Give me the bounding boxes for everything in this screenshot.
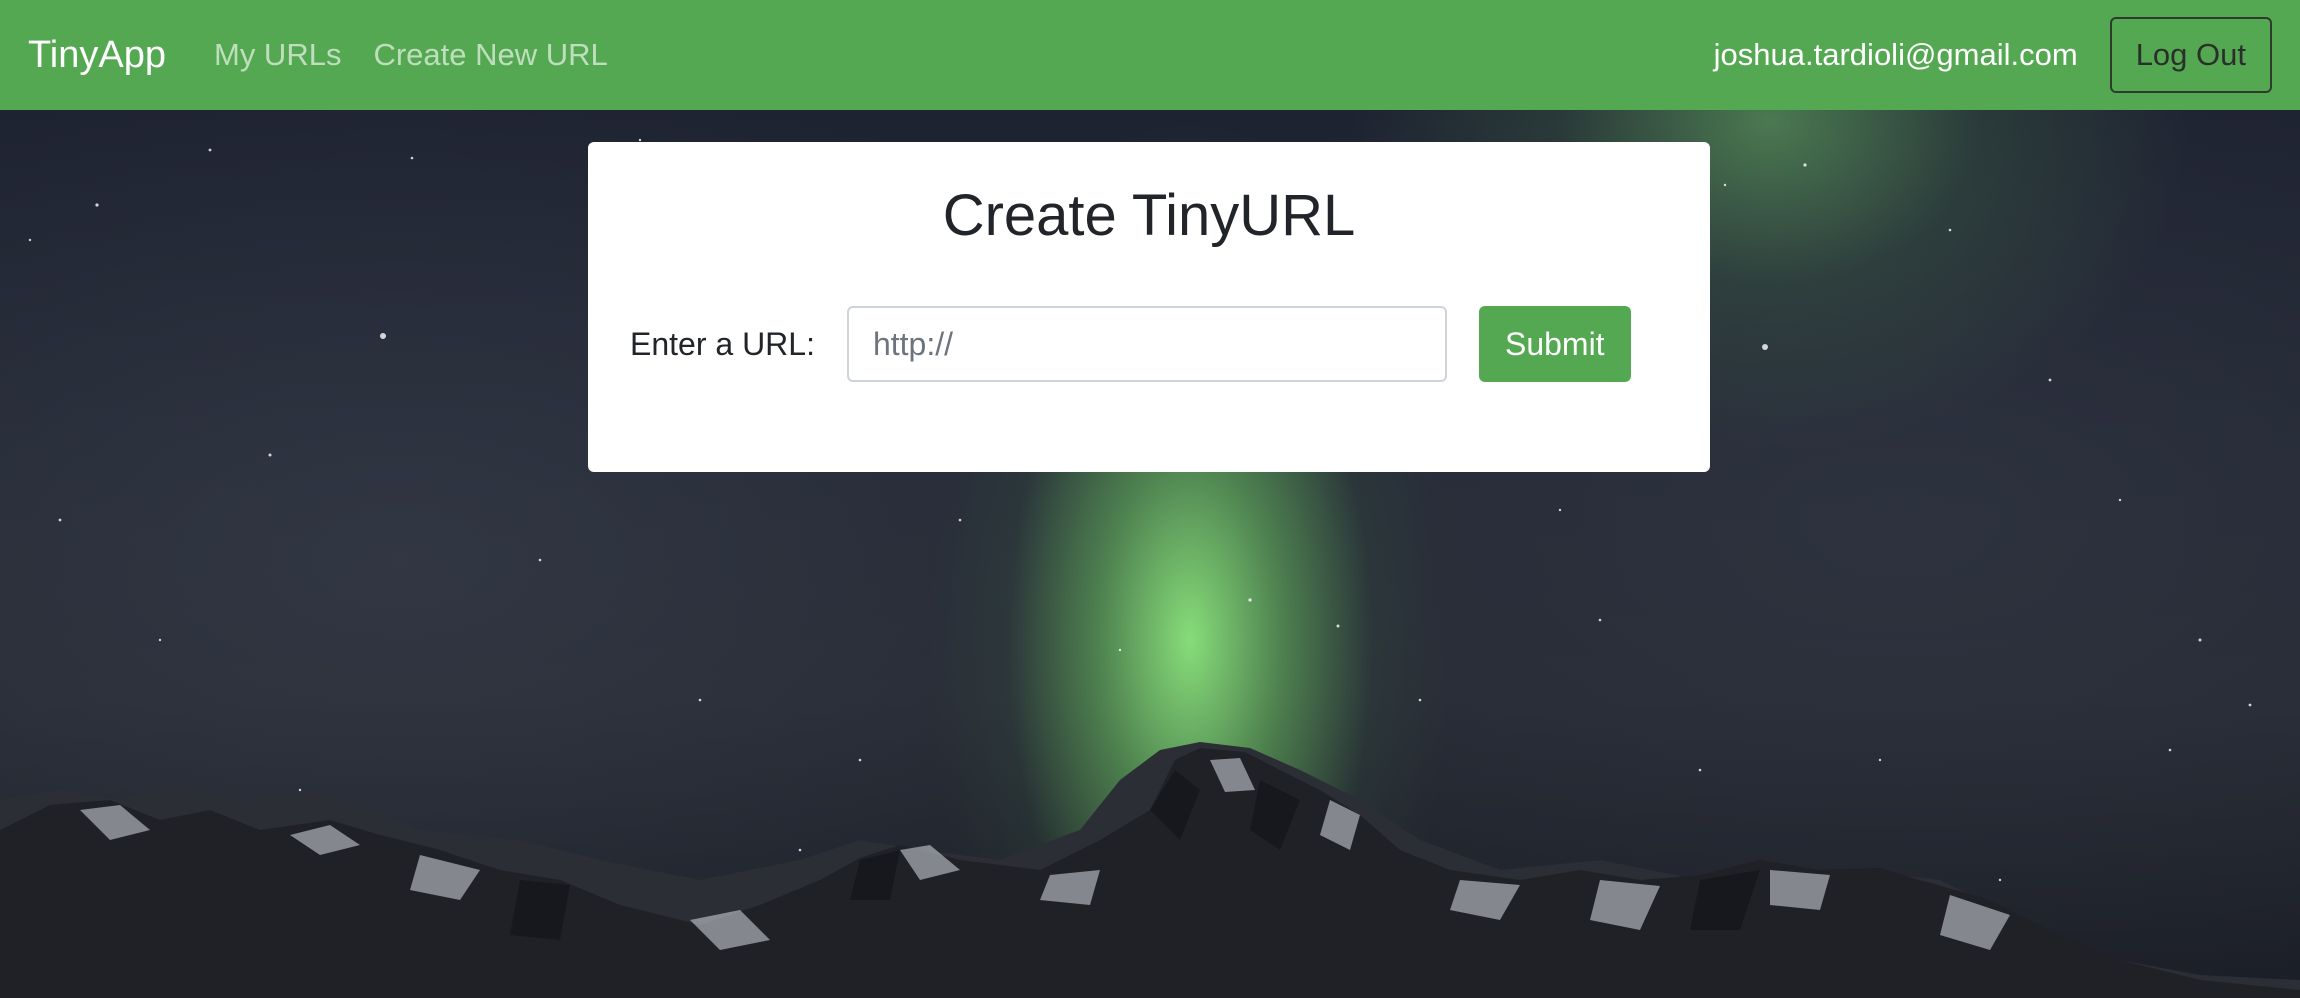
logout-button[interactable]: Log Out (2109, 17, 2272, 93)
user-email: joshua.tardioli@gmail.com (1713, 37, 2078, 72)
navbar-user-area: joshua.tardioli@gmail.com Log Out (1714, 17, 2272, 93)
create-url-form: Enter a URL: Submit (630, 306, 1631, 382)
submit-button[interactable]: Submit (1478, 306, 1631, 382)
url-label: Enter a URL: (630, 325, 815, 362)
url-input[interactable] (846, 306, 1447, 382)
card-title: Create TinyURL (942, 183, 1356, 248)
brand-link[interactable]: TinyApp (28, 34, 166, 77)
nav-link-my-urls[interactable]: My URLs (214, 37, 341, 73)
top-navbar: TinyApp My URLs Create New URL joshua.ta… (0, 0, 2300, 110)
create-url-card: Create TinyURL Enter a URL: Submit (588, 142, 1710, 472)
nav-link-create-new-url[interactable]: Create New URL (373, 37, 607, 73)
